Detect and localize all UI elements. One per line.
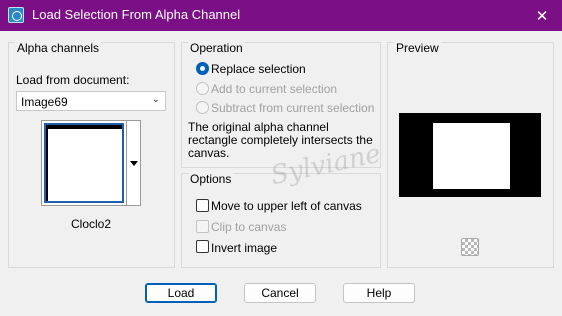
document-select-value: Image69 (21, 95, 68, 109)
cancel-button[interactable]: Cancel (244, 283, 316, 303)
channel-thumbnail-image (44, 123, 124, 203)
replace-selection-label[interactable]: Replace selection (211, 62, 306, 76)
subtract-selection-label[interactable]: Subtract from current selection (211, 101, 374, 115)
channel-name: Cloclo2 (71, 217, 112, 231)
title-bar: Load Selection From Alpha Channel ✕ (0, 0, 562, 31)
subtract-selection-radio[interactable] (196, 101, 209, 114)
invert-image-checkbox[interactable] (196, 240, 209, 253)
preview-legend: Preview (394, 41, 441, 55)
preview-selection (433, 123, 510, 189)
close-icon: ✕ (535, 7, 549, 25)
move-upper-left-label[interactable]: Move to upper left of canvas (211, 199, 362, 213)
clip-to-canvas-label[interactable]: Clip to canvas (211, 220, 286, 234)
alpha-channels-legend: Alpha channels (15, 41, 102, 55)
checkerboard-icon[interactable] (461, 238, 479, 256)
replace-selection-radio[interactable] (196, 62, 209, 75)
add-selection-label[interactable]: Add to current selection (211, 82, 337, 96)
channel-thumbnail[interactable] (41, 120, 127, 206)
operation-legend: Operation (188, 41, 245, 55)
window-title: Load Selection From Alpha Channel (32, 7, 241, 22)
add-selection-radio[interactable] (196, 82, 209, 95)
close-button[interactable]: ✕ (522, 0, 562, 31)
app-icon (8, 7, 24, 23)
triangle-down-icon (130, 161, 138, 166)
invert-image-label[interactable]: Invert image (211, 241, 277, 255)
chevron-down-icon: ⌄ (151, 94, 160, 105)
load-button[interactable]: Load (145, 283, 217, 303)
load-from-document-label: Load from document: (16, 73, 130, 87)
clip-to-canvas-checkbox[interactable] (196, 220, 209, 233)
channel-dropdown-button[interactable] (126, 120, 141, 206)
move-upper-left-checkbox[interactable] (196, 199, 209, 212)
document-select[interactable]: Image69 ⌄ (16, 91, 166, 111)
help-button[interactable]: Help (343, 283, 415, 303)
options-legend: Options (188, 172, 234, 186)
